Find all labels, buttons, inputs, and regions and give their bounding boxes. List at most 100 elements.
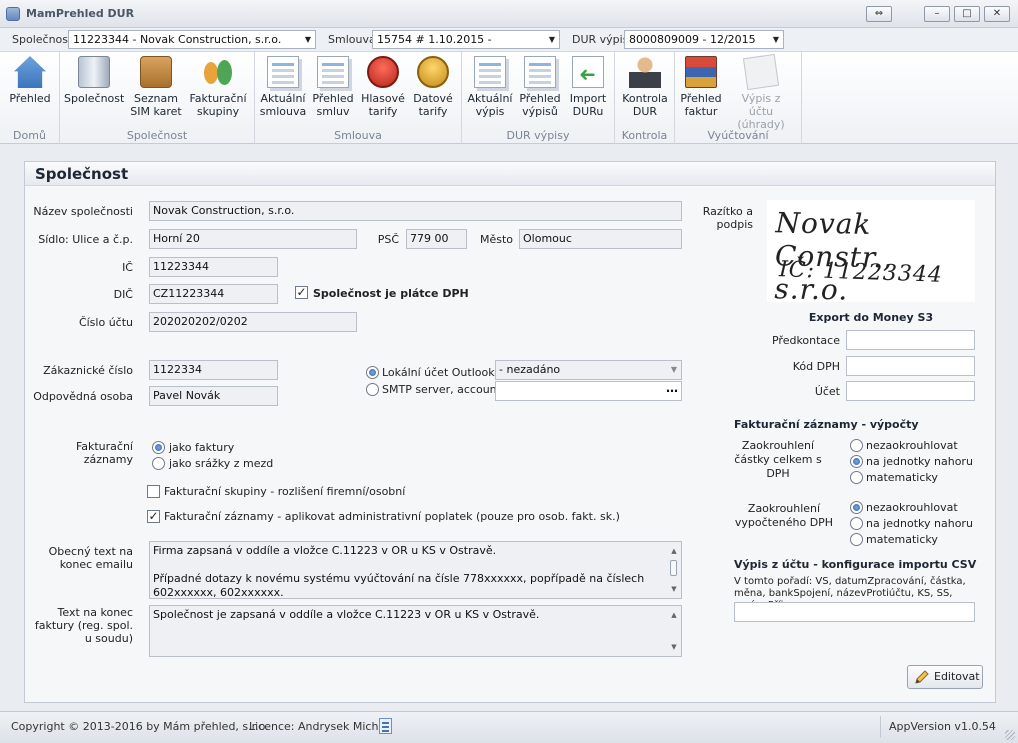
dur-combo[interactable]: 8000809009 - 12/2015 ▼ bbox=[624, 30, 784, 49]
email-text-line: Případné dotazy k novému systému vyúčtov… bbox=[153, 572, 645, 599]
ribbon-group-control: Kontrola DUR Kontrola bbox=[615, 52, 675, 144]
city-field[interactable]: Olomouc bbox=[519, 229, 682, 249]
company-panel: Společnost Název společnosti Novak Const… bbox=[24, 161, 996, 703]
check-dur-button[interactable]: Kontrola DUR bbox=[615, 56, 675, 118]
window-title: MamPrehled DUR bbox=[26, 7, 135, 20]
sim-list-button-label: Seznam SIM karet bbox=[130, 92, 182, 118]
company-name-field[interactable]: Novak Construction, s.r.o. bbox=[149, 201, 682, 221]
check-dur-button-label: Kontrola DUR bbox=[622, 92, 668, 118]
chevron-down-icon: ▼ bbox=[304, 35, 311, 44]
import-dur-button[interactable]: Import DURu bbox=[558, 56, 618, 118]
invoices-icon bbox=[685, 56, 717, 88]
ribbon-group-label: Vyúčtování bbox=[707, 129, 769, 142]
vertical-scrollbar[interactable]: ▲ ▼ bbox=[669, 544, 679, 596]
street-field[interactable]: Horní 20 bbox=[149, 229, 357, 249]
billing-groups-button-label: Fakturační skupiny bbox=[189, 92, 247, 118]
company-combo-value: 11223344 - Novak Construction, s.r.o. bbox=[73, 33, 282, 46]
vat-payer-checkbox[interactable]: ✓ bbox=[295, 286, 308, 299]
invoices-overview-button[interactable]: Přehled faktur bbox=[671, 56, 731, 118]
city-label: Město bbox=[479, 233, 513, 246]
import-icon bbox=[572, 56, 604, 88]
users-icon bbox=[202, 56, 234, 88]
money-export-title: Export do Money S3 bbox=[808, 311, 934, 324]
invoice-text-memo[interactable]: Společnost je zapsaná v oddíle a vložce … bbox=[149, 605, 682, 657]
ribbon-group-company: Společnost Seznam SIM karet Fakturační s… bbox=[60, 52, 255, 144]
round-vat-math-radio[interactable] bbox=[850, 533, 863, 546]
outlook-account-combo[interactable]: - nezadáno ▼ bbox=[495, 360, 682, 380]
minimize-button[interactable]: – bbox=[924, 6, 950, 22]
copyright-text: Copyright © 2013-2016 by Mám přehled, s.… bbox=[11, 720, 269, 733]
pre-assignment-field[interactable] bbox=[846, 330, 975, 350]
responsible-person-label: Odpovědná osoba bbox=[33, 390, 133, 403]
as-deductions-radio[interactable] bbox=[152, 457, 165, 470]
dur-combo-label: DUR výpis bbox=[572, 33, 629, 46]
scroll-thumb[interactable] bbox=[670, 560, 677, 576]
pencil-icon bbox=[915, 670, 929, 684]
admin-fee-checkbox[interactable]: ✓ bbox=[147, 510, 160, 523]
statements-icon bbox=[524, 56, 556, 88]
maximize-button[interactable]: □ bbox=[954, 6, 980, 22]
billing-groups-button[interactable]: Fakturační skupiny bbox=[188, 56, 248, 118]
round-total-none-radio[interactable] bbox=[850, 439, 863, 452]
edit-button-label: Editovat bbox=[934, 670, 980, 683]
street-label: Sídlo: Ulice a č.p. bbox=[38, 233, 133, 246]
scroll-down-icon[interactable]: ▼ bbox=[669, 582, 679, 596]
round-total-math-radio[interactable] bbox=[850, 471, 863, 484]
scroll-down-icon[interactable]: ▼ bbox=[669, 640, 679, 654]
server-icon bbox=[78, 56, 110, 88]
edit-button[interactable]: Editovat bbox=[907, 665, 983, 689]
company-button[interactable]: Společnost bbox=[64, 56, 124, 105]
data-tariffs-button[interactable]: Datové tarify bbox=[403, 56, 463, 118]
as-invoices-label: jako faktury bbox=[169, 441, 235, 454]
resize-grip[interactable] bbox=[1005, 730, 1015, 740]
round-total-up-radio[interactable] bbox=[850, 455, 863, 468]
company-name-label: Název společnosti bbox=[33, 205, 133, 218]
contract-combo[interactable]: 15754 # 1.10.2015 - ▼ bbox=[372, 30, 560, 49]
ellipsis-icon[interactable]: … bbox=[666, 382, 678, 397]
ribbon-group-home: Přehled Domů bbox=[0, 52, 60, 144]
vertical-scrollbar[interactable]: ▲ ▼ bbox=[669, 608, 679, 654]
zip-field[interactable]: 779 00 bbox=[406, 229, 467, 249]
close-button[interactable]: ✕ bbox=[984, 6, 1010, 22]
customer-number-field[interactable]: 1122334 bbox=[149, 360, 278, 380]
vat-code-label: Kód DPH bbox=[792, 360, 840, 373]
outlook-account-value: - nezadáno bbox=[499, 363, 561, 376]
bank-statement-button[interactable]: Výpis z účtu (úhrady) bbox=[731, 53, 791, 131]
round-vat-none-radio[interactable] bbox=[850, 501, 863, 514]
scroll-up-icon[interactable]: ▲ bbox=[669, 544, 679, 558]
round-vat-up-radio[interactable] bbox=[850, 517, 863, 530]
rounding-total-label: Zaokrouhlení částky celkem s DPH bbox=[734, 439, 822, 480]
company-combo[interactable]: 11223344 - Novak Construction, s.r.o. ▼ bbox=[68, 30, 316, 49]
vat-code-field[interactable] bbox=[846, 356, 975, 376]
smtp-account-field[interactable]: … bbox=[495, 381, 682, 401]
billing-groups-checkbox[interactable] bbox=[147, 485, 160, 498]
money-account-field[interactable] bbox=[846, 381, 975, 401]
licence-icon[interactable] bbox=[379, 718, 392, 734]
chevron-down-icon: ▼ bbox=[772, 35, 779, 44]
outlook-radio[interactable] bbox=[366, 366, 379, 379]
sim-list-button[interactable]: Seznam SIM karet bbox=[126, 56, 186, 118]
stamp-label: Razítko a podpis bbox=[702, 205, 753, 231]
email-text-memo[interactable]: Firma zapsaná v oddíle a vložce C.11223 … bbox=[149, 541, 682, 599]
email-text-line: Firma zapsaná v oddíle a vložce C.11223 … bbox=[153, 544, 497, 557]
ic-field[interactable]: 11223344 bbox=[149, 257, 278, 277]
csv-config-title: Výpis z účtu - konfigurace importu CSV bbox=[734, 558, 977, 571]
overview-button-label: Přehled bbox=[9, 92, 51, 105]
account-field[interactable]: 202020202/0202 bbox=[149, 312, 357, 332]
ribbon: Přehled Domů Společnost Seznam SIM karet… bbox=[0, 52, 1018, 144]
customer-number-label: Zákaznické číslo bbox=[43, 364, 133, 377]
bank-statement-icon bbox=[742, 53, 780, 91]
csv-config-field[interactable] bbox=[734, 602, 975, 622]
statement-icon bbox=[474, 56, 506, 88]
overview-button[interactable]: Přehled bbox=[0, 56, 60, 105]
zip-label: PSČ bbox=[377, 233, 399, 246]
smtp-radio[interactable] bbox=[366, 383, 379, 396]
scroll-up-icon[interactable]: ▲ bbox=[669, 608, 679, 622]
as-invoices-radio[interactable] bbox=[152, 441, 165, 454]
restore-view-button[interactable]: ⇔ bbox=[866, 6, 892, 22]
app-icon bbox=[6, 7, 20, 21]
dic-field[interactable]: CZ11223344 bbox=[149, 284, 278, 304]
billing-records-label: Fakturační záznamy bbox=[75, 440, 133, 466]
responsible-person-field[interactable]: Pavel Novák bbox=[149, 386, 278, 406]
round-vat-up-label: na jednotky nahoru bbox=[866, 517, 973, 530]
